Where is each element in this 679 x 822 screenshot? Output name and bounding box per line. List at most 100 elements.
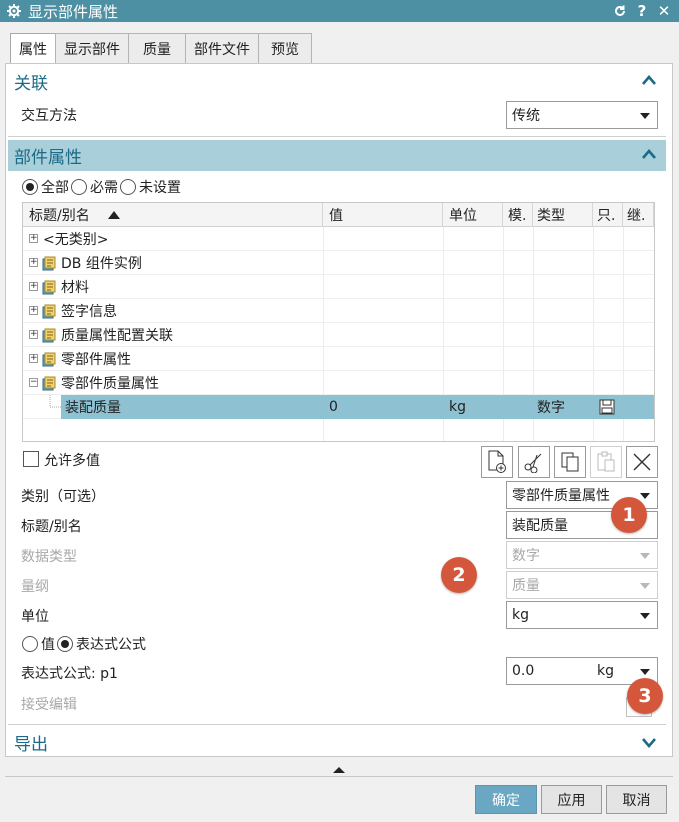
delete-button[interactable]	[626, 446, 658, 478]
table-row[interactable]: + 质量属性配置关联	[23, 323, 654, 347]
paste-button[interactable]	[590, 446, 622, 478]
footer-divider	[5, 776, 673, 777]
collapse-icon[interactable]: −	[29, 378, 38, 387]
table-row[interactable]: + 材料	[23, 275, 654, 299]
export-section-header[interactable]: 导出	[8, 727, 666, 758]
copy-button[interactable]	[554, 446, 586, 478]
tree-row-label: 零部件属性	[61, 352, 131, 368]
unit-select[interactable]: kg	[506, 601, 658, 629]
annotation-badge-3: 3	[627, 678, 663, 714]
expression-value: 0.0	[512, 663, 535, 679]
chevron-up-icon[interactable]	[640, 146, 658, 164]
interaction-method-select[interactable]: 传统	[506, 101, 658, 129]
filter-all-radio[interactable]	[22, 179, 38, 195]
table-row[interactable]: + <无类别>	[23, 227, 654, 251]
chevron-down-icon	[640, 493, 650, 499]
dimension-value: 质量	[512, 578, 540, 594]
column-header-inherit[interactable]: 继.	[623, 203, 654, 227]
tree-row-label: 材料	[61, 280, 89, 296]
table-row[interactable]: − 零部件质量属性	[23, 371, 654, 395]
value-radio-label: 值	[41, 637, 55, 653]
attribute-group-icon	[42, 304, 56, 319]
category-value: 零部件质量属性	[512, 488, 610, 504]
column-header-title[interactable]: 标题/别名	[23, 203, 323, 227]
expand-icon[interactable]: +	[29, 282, 38, 291]
selected-row-type: 数字	[537, 400, 565, 416]
annotation-badge-1: 1	[611, 497, 647, 533]
part-attributes-section-header[interactable]: 部件属性	[8, 140, 666, 171]
chevron-up-icon[interactable]	[640, 72, 658, 90]
title-alias-value: 装配质量	[512, 518, 568, 534]
tree-row-label: <无类别>	[43, 232, 109, 248]
collapse-handle-icon[interactable]	[333, 766, 345, 774]
tab-mass[interactable]: 质量	[128, 33, 186, 63]
expand-icon[interactable]: +	[29, 306, 38, 315]
table-row[interactable]: + 签字信息	[23, 299, 654, 323]
tab-part-file[interactable]: 部件文件	[185, 33, 259, 63]
tab-display-part[interactable]: 显示部件	[55, 33, 129, 63]
tab-attributes[interactable]: 属性	[10, 33, 56, 64]
tree-row-label: 零部件质量属性	[61, 376, 159, 392]
chevron-down-icon	[640, 553, 650, 559]
table-row-selected[interactable]: 装配质量 0 kg 数字	[23, 395, 654, 419]
gear-icon	[5, 2, 23, 20]
ok-button[interactable]: 确定	[475, 785, 537, 814]
allow-multi-checkbox[interactable]	[23, 451, 39, 467]
help-icon[interactable]: ?	[631, 0, 653, 22]
value-radio[interactable]	[22, 636, 38, 652]
interaction-method-value: 传统	[512, 108, 540, 124]
selected-row-unit: kg	[449, 399, 466, 415]
tab-strip: 属性 显示部件 质量 部件文件 预览	[10, 33, 312, 64]
filter-unset-label: 未设置	[139, 180, 181, 196]
save-icon	[599, 399, 615, 415]
section-divider	[8, 724, 666, 725]
tree-row-label: DB 组件实例	[61, 256, 142, 272]
tab-preview[interactable]: 预览	[258, 33, 312, 63]
column-header-mode[interactable]: 模.	[503, 203, 533, 227]
window-title: 显示部件属性	[28, 2, 119, 21]
paste-icon	[597, 451, 615, 472]
table-row[interactable]: + 零部件属性	[23, 347, 654, 371]
relation-section-header[interactable]: 关联	[8, 66, 666, 97]
unit-value: kg	[512, 607, 529, 623]
table-row[interactable]: + DB 组件实例	[23, 251, 654, 275]
refresh-icon[interactable]	[609, 0, 631, 22]
data-type-label: 数据类型	[21, 549, 77, 565]
section-divider	[8, 136, 666, 137]
attribute-group-icon	[42, 256, 56, 271]
expand-icon[interactable]: +	[29, 234, 38, 243]
column-header-unit[interactable]: 单位	[443, 203, 503, 227]
chevron-down-icon	[640, 113, 650, 119]
column-header-readonly[interactable]: 只.	[593, 203, 623, 227]
dimension-select[interactable]: 质量	[506, 571, 658, 599]
apply-button[interactable]: 应用	[541, 785, 602, 814]
expression-radio-label: 表达式公式	[76, 637, 146, 653]
filter-unset-radio[interactable]	[120, 179, 136, 195]
data-type-select[interactable]: 数字	[506, 541, 658, 569]
expand-icon[interactable]: +	[29, 330, 38, 339]
column-header-value[interactable]: 值	[323, 203, 443, 227]
filter-required-radio[interactable]	[71, 179, 87, 195]
close-icon[interactable]: ✕	[653, 0, 675, 22]
expression-radio[interactable]	[57, 636, 73, 652]
cancel-button[interactable]: 取消	[606, 785, 667, 814]
table-header: 标题/别名 值 单位 模. 类型 只. 继.	[23, 203, 654, 227]
filter-required-label: 必需	[90, 180, 118, 196]
column-header-type[interactable]: 类型	[533, 203, 593, 227]
delete-icon	[633, 453, 651, 471]
tree-connector	[49, 395, 62, 408]
filter-radio-group: 全部 必需 未设置	[22, 177, 183, 197]
tree-row-label: 签字信息	[61, 304, 117, 320]
tree-row-label: 质量属性配置关联	[61, 328, 173, 344]
new-attribute-button[interactable]	[481, 446, 513, 478]
cut-button[interactable]	[518, 446, 550, 478]
expand-icon[interactable]: +	[29, 258, 38, 267]
chevron-down-icon[interactable]	[640, 733, 658, 751]
part-attributes-header-text: 部件属性	[14, 148, 82, 168]
column-divider	[654, 227, 655, 442]
scissors-icon	[524, 453, 542, 473]
attribute-group-icon	[42, 280, 56, 295]
expand-icon[interactable]: +	[29, 354, 38, 363]
selected-row-title: 装配质量	[65, 400, 121, 416]
accept-edit-label: 接受编辑	[21, 697, 77, 713]
